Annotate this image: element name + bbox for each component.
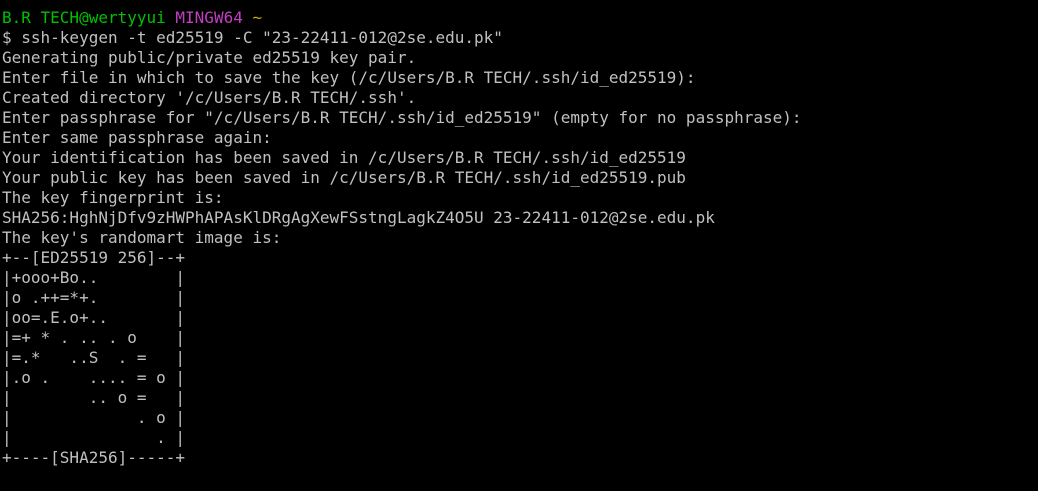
randomart-line: |.o . .... = o | [2,368,186,387]
output-line: The key fingerprint is: [2,188,224,207]
output-line: Generating public/private ed25519 key pa… [2,48,417,67]
output-line: Created directory '/c/Users/B.R TECH/.ss… [2,88,417,107]
randomart-line: |+ooo+Bo.. | [2,268,186,287]
randomart-line: |o .++=*+. | [2,288,186,307]
fingerprint-line: SHA256:HghNjDfv9zHWPhAPAsKlDRgAgXewFSstn… [2,208,715,227]
randomart-line: +--[ED25519 256]--+ [2,248,186,267]
terminal-window[interactable]: B.R TECH@wertyyui MINGW64 ~ $ ssh-keygen… [0,0,1038,491]
output-line: Your public key has been saved in /c/Use… [2,168,686,187]
output-line: Your identification has been saved in /c… [2,148,686,167]
randomart-line: | .. o = | [2,388,186,407]
output-line: Enter passphrase for "/c/Users/B.R TECH/… [2,108,802,127]
output-line: Enter same passphrase again: [2,128,272,147]
output-line: The key's randomart image is: [2,228,282,247]
randomart-line: | . | [2,428,186,447]
prompt-cwd: ~ [252,8,263,27]
randomart-line: |=+ * . .. . o | [2,328,186,347]
command-line: $ ssh-keygen -t ed25519 -C "23-22411-012… [2,28,503,47]
randomart-line: |=.* ..S . = | [2,348,186,367]
prompt-system: MINGW64 [175,8,243,27]
prompt-user-host: B.R TECH@wertyyui [2,8,166,27]
prompt-line: B.R TECH@wertyyui MINGW64 ~ [2,8,1038,28]
output-line: Enter file in which to save the key (/c/… [2,68,696,87]
randomart-line: | . o | [2,408,186,427]
randomart-line: +----[SHA256]-----+ [2,448,186,467]
randomart-line: |oo=.E.o+.. | [2,308,186,327]
